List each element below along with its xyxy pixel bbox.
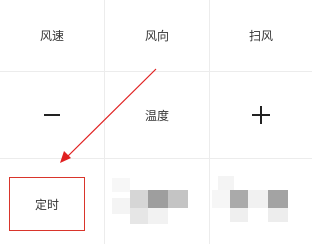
wind-speed-label: 风速 bbox=[39, 29, 64, 43]
temperature-increase-button[interactable] bbox=[210, 72, 312, 158]
temperature-label: 温度 bbox=[144, 108, 169, 123]
swing-label: 扫风 bbox=[248, 29, 273, 43]
timer-label: 定时 bbox=[34, 197, 59, 212]
wind-speed-button[interactable]: 风速 bbox=[0, 0, 104, 71]
obscured-button-mosaic bbox=[212, 170, 310, 234]
wind-direction-label: 风向 bbox=[144, 29, 169, 43]
obscured-button-mosaic bbox=[112, 170, 204, 234]
grid-divider bbox=[0, 158, 312, 159]
timer-button[interactable]: 定时 bbox=[9, 177, 85, 231]
temperature-display: 温度 bbox=[105, 72, 209, 158]
temperature-decrease-button[interactable] bbox=[0, 72, 104, 158]
ac-control-panel: 风速 风向 扫风 温度 定时 bbox=[0, 0, 312, 244]
plus-icon bbox=[252, 106, 270, 124]
swing-button[interactable]: 扫风 bbox=[210, 0, 312, 71]
minus-icon bbox=[44, 114, 60, 116]
wind-direction-button[interactable]: 风向 bbox=[105, 0, 209, 71]
